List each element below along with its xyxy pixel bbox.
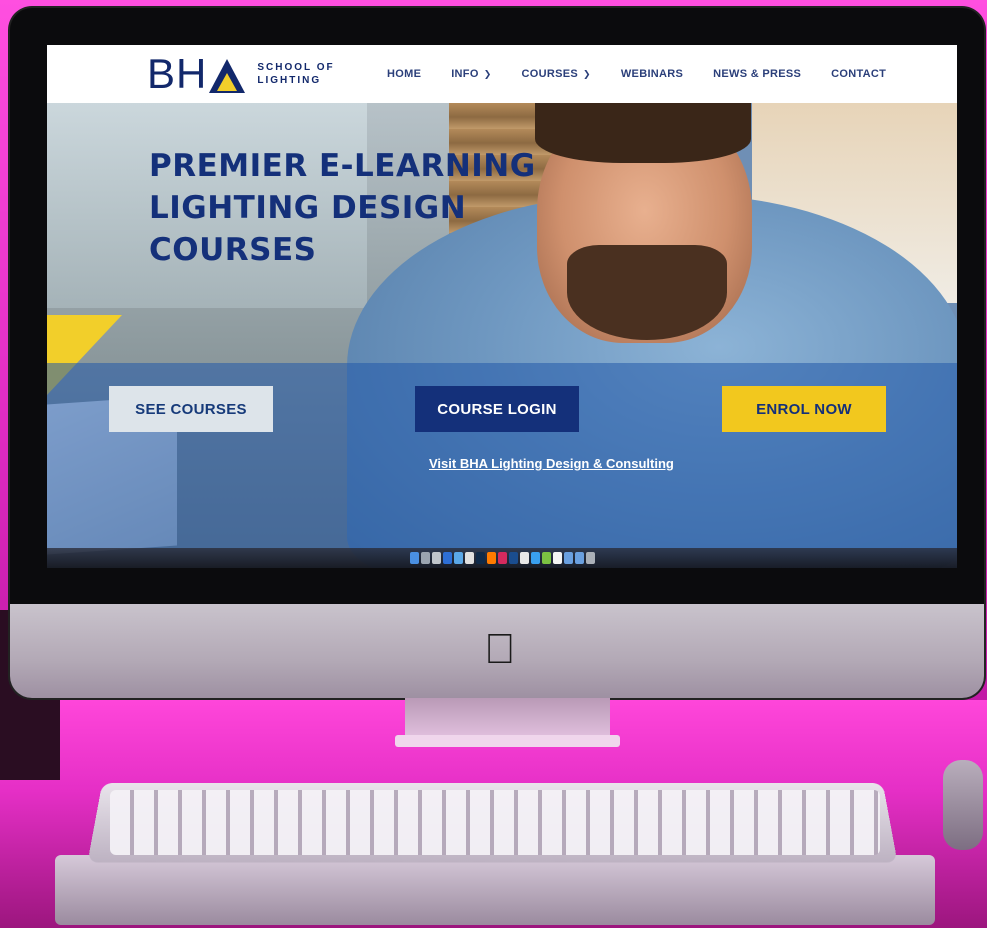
- keyboard-keys: [110, 790, 880, 855]
- nav-home-label: HOME: [387, 68, 422, 80]
- finder-icon[interactable]: [409, 552, 419, 564]
- nav-news-press-label: NEWS & PRESS: [713, 68, 802, 80]
- nav-webinars[interactable]: WEBINARS: [621, 68, 683, 80]
- logo-tagline: SCHOOL OF LIGHTING: [257, 61, 334, 87]
- nav-webinars-label: WEBINARS: [620, 68, 684, 80]
- indesign-icon[interactable]: [497, 552, 507, 564]
- logo-tagline-line2: LIGHTING: [257, 75, 322, 86]
- app-icon[interactable]: [541, 552, 551, 564]
- visit-consulting-link[interactable]: Visit BHA Lighting Design & Consulting: [429, 456, 674, 471]
- logo-triangle-icon: [209, 59, 246, 93]
- hero-headline-line2: LIGHTING DESIGN: [149, 190, 467, 226]
- app-icon[interactable]: [552, 552, 562, 564]
- chevron-down-icon: ❯: [483, 69, 492, 79]
- website-screen: BH SCHOOL OF LIGHTING HOME INFO ❯ COURSES…: [47, 45, 957, 568]
- mouse: [943, 760, 983, 850]
- enrol-now-button[interactable]: ENROL NOW: [722, 386, 886, 432]
- apple-logo-icon: : [480, 626, 520, 672]
- nav-courses-label: COURSES: [521, 68, 579, 80]
- nav-info-label: INFO: [451, 68, 479, 80]
- app-icon[interactable]: [431, 552, 441, 564]
- nav-info[interactable]: INFO ❯: [451, 68, 491, 80]
- folder-icon[interactable]: [574, 552, 584, 564]
- trash-icon[interactable]: [585, 552, 595, 564]
- logo-mark: BH: [147, 50, 208, 97]
- illustrator-icon[interactable]: [486, 552, 496, 564]
- nav-contact[interactable]: CONTACT: [831, 68, 886, 80]
- app-icon[interactable]: [453, 552, 463, 564]
- main-nav: HOME INFO ❯ COURSES ❯ WEBINARS NEWS & PRES…: [387, 45, 916, 103]
- nav-news-press[interactable]: NEWS & PRESS: [713, 68, 801, 80]
- site-header: BH SCHOOL OF LIGHTING HOME INFO ❯ COURSES…: [47, 45, 957, 103]
- hero-headline-line1: PREMIER E-LEARNING: [149, 148, 536, 184]
- app-icon[interactable]: [464, 552, 474, 564]
- nav-courses[interactable]: COURSES ❯: [522, 68, 591, 80]
- hero-headline-line3: COURSES: [149, 232, 317, 268]
- logo-tagline-line1: SCHOOL OF: [257, 62, 335, 73]
- nav-contact-label: CONTACT: [831, 68, 887, 80]
- hero-headline: PREMIER E-LEARNING LIGHTING DESIGN COURS…: [149, 145, 569, 271]
- course-login-button[interactable]: COURSE LOGIN: [415, 386, 579, 432]
- macos-dock: [47, 548, 957, 568]
- nav-home[interactable]: HOME: [387, 68, 421, 80]
- app-icon[interactable]: [508, 552, 518, 564]
- imac-stand-base: [395, 735, 620, 747]
- chevron-down-icon: ❯: [583, 69, 591, 79]
- site-logo[interactable]: BH SCHOOL OF LIGHTING: [147, 50, 335, 97]
- app-icon[interactable]: [519, 552, 529, 564]
- keyboard-base: [55, 855, 935, 925]
- folder-icon[interactable]: [563, 552, 573, 564]
- app-icon[interactable]: [420, 552, 430, 564]
- dock-icons: [409, 552, 595, 564]
- hero-person-beard: [567, 245, 727, 340]
- app-icon[interactable]: [530, 552, 540, 564]
- app-icon[interactable]: [442, 552, 452, 564]
- see-courses-button[interactable]: SEE COURSES: [109, 386, 273, 432]
- photoshop-icon[interactable]: [475, 552, 485, 564]
